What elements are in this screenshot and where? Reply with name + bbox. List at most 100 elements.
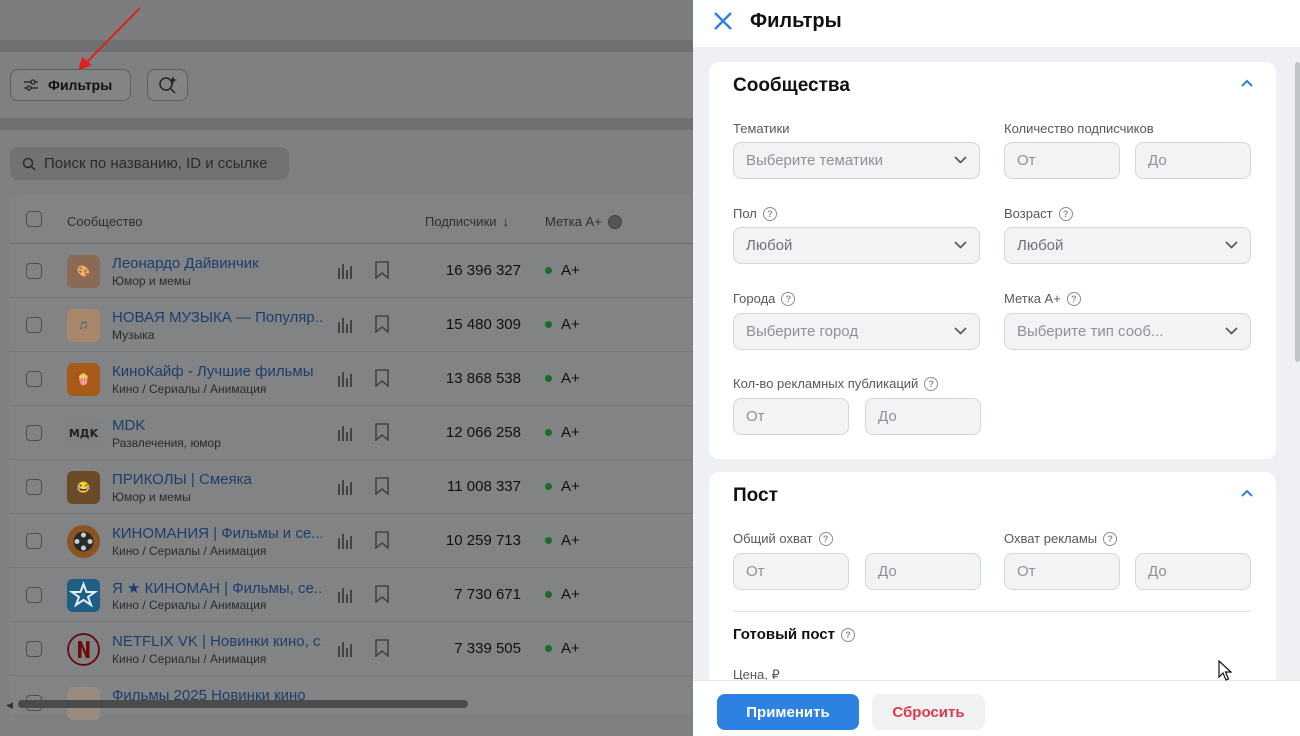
- bookmark-icon[interactable]: [374, 423, 390, 441]
- panel-title: Фильтры: [750, 10, 842, 32]
- row-checkbox[interactable]: [26, 479, 42, 495]
- bookmark-icon[interactable]: [374, 369, 390, 387]
- help-icon[interactable]: ?: [1066, 291, 1081, 306]
- communities-table: Сообщество Подписчики ↓ Метка А+ 🎨 Леона…: [10, 195, 693, 720]
- subscribers-count-label-text: Количество подписчиков: [1004, 121, 1154, 136]
- age-select[interactable]: Любой: [1004, 227, 1251, 264]
- table-row[interactable]: Я ★ КИНОМАН | Фильмы, се... Кино / Сериа…: [10, 568, 693, 622]
- filters-button-label: Фильтры: [48, 77, 113, 93]
- chevron-down-icon: [954, 327, 967, 335]
- table-row[interactable]: 🎨 Леонардо Дайвинчик Юмор и мемы 16 396 …: [10, 244, 693, 298]
- mark-badge: A+: [545, 424, 580, 441]
- community-name[interactable]: КиноКайф - Лучшие фильмы: [112, 363, 322, 380]
- row-checkbox[interactable]: [26, 317, 42, 333]
- search-input[interactable]: Поиск по названию, ID и ссылке: [10, 147, 289, 180]
- horizontal-scrollbar[interactable]: [18, 700, 468, 708]
- select-all-checkbox[interactable]: [26, 211, 42, 227]
- community-avatar: 🍿: [67, 363, 100, 396]
- scroll-left-arrow-icon[interactable]: ◀: [6, 700, 13, 711]
- help-icon[interactable]: ?: [924, 376, 939, 391]
- bookmark-icon[interactable]: [374, 531, 390, 549]
- stats-icon[interactable]: [337, 316, 355, 334]
- help-icon[interactable]: ?: [841, 627, 855, 642]
- topics-select[interactable]: Выберите тематики: [733, 142, 980, 179]
- community-category: Кино / Сериалы / Анимация: [112, 544, 267, 558]
- help-icon[interactable]: [607, 214, 622, 229]
- community-name[interactable]: MDK: [112, 417, 322, 434]
- apply-button[interactable]: Применить: [717, 694, 859, 730]
- row-checkbox[interactable]: [26, 641, 42, 657]
- total-reach-from-input[interactable]: От: [733, 553, 849, 590]
- ads-count-from-input[interactable]: От: [733, 398, 849, 435]
- cities-select[interactable]: Выберите город: [733, 313, 980, 350]
- ads-count-to-input[interactable]: До: [865, 398, 981, 435]
- help-icon[interactable]: ?: [1058, 206, 1073, 221]
- table-row[interactable]: 😂 ПРИКОЛЫ | Смеяка Юмор и мемы 11 008 33…: [10, 460, 693, 514]
- bookmark-icon[interactable]: [374, 477, 390, 495]
- help-icon[interactable]: ?: [762, 206, 777, 221]
- topics-label: Тематики: [733, 121, 790, 136]
- ad-reach-from-input[interactable]: От: [1004, 553, 1120, 590]
- row-checkbox[interactable]: [26, 533, 42, 549]
- bookmark-icon[interactable]: [374, 585, 390, 603]
- bookmark-icon[interactable]: [374, 261, 390, 279]
- table-row[interactable]: КИНОМАНИЯ | Фильмы и се... Кино / Сериал…: [10, 514, 693, 568]
- mid-divider: [0, 118, 693, 130]
- community-name[interactable]: НОВАЯ МУЗЫКА — Популяр...: [112, 309, 322, 326]
- community-category: Кино / Сериалы / Анимация: [112, 652, 267, 666]
- stats-icon[interactable]: [337, 640, 355, 658]
- row-checkbox[interactable]: [26, 587, 42, 603]
- subscribers-count: 15 480 309: [445, 316, 521, 333]
- community-name[interactable]: Я ★ КИНОМАН | Фильмы, се...: [112, 579, 322, 597]
- filters-button[interactable]: Фильтры: [10, 69, 131, 101]
- chevron-up-icon[interactable]: [1240, 78, 1254, 88]
- community-avatar: 🎵: [67, 309, 100, 342]
- bookmark-icon[interactable]: [374, 639, 390, 657]
- mark-select[interactable]: Выберите тип сооб...: [1004, 313, 1251, 350]
- community-category: Кино / Сериалы / Анимация: [112, 598, 267, 612]
- ad-reach-label: Охват рекламы?: [1004, 531, 1118, 546]
- status-dot: [545, 591, 552, 598]
- row-checkbox[interactable]: [26, 263, 42, 279]
- row-checkbox[interactable]: [26, 371, 42, 387]
- table-row[interactable]: 🍿 КиноКайф - Лучшие фильмы Кино / Сериал…: [10, 352, 693, 406]
- close-icon[interactable]: [711, 9, 735, 33]
- gender-select[interactable]: Любой: [733, 227, 980, 264]
- subscribers-from-input[interactable]: От: [1004, 142, 1120, 179]
- stats-icon[interactable]: [337, 532, 355, 550]
- community-name[interactable]: NETFLIX VK | Новинки кино, с...: [112, 633, 322, 650]
- bookmark-icon[interactable]: [374, 315, 390, 333]
- community-name[interactable]: Леонардо Дайвинчик: [112, 255, 322, 272]
- subscribers-count: 13 868 538: [445, 370, 521, 387]
- subscribers-count: 10 259 713: [445, 532, 521, 549]
- stats-icon[interactable]: [337, 478, 355, 496]
- stats-icon[interactable]: [337, 262, 355, 280]
- ad-reach-label-text: Охват рекламы: [1004, 531, 1098, 546]
- chevron-down-icon: [954, 156, 967, 164]
- ad-reach-to-input[interactable]: До: [1135, 553, 1251, 590]
- filters-panel: Фильтры Сообщества Тематики Выберите тем…: [693, 0, 1300, 736]
- ads-count-to-placeholder: До: [878, 408, 897, 425]
- help-icon[interactable]: ?: [818, 531, 833, 546]
- stats-icon[interactable]: [337, 424, 355, 442]
- help-icon[interactable]: ?: [781, 291, 796, 306]
- subscribers-to-input[interactable]: До: [1135, 142, 1251, 179]
- community-name[interactable]: ПРИКОЛЫ | Смеяка: [112, 471, 322, 488]
- total-reach-to-input[interactable]: До: [865, 553, 981, 590]
- reset-button[interactable]: Сбросить: [872, 694, 985, 730]
- header-subscribers[interactable]: Подписчики ↓: [425, 214, 509, 229]
- subscribers-count: 7 339 505: [454, 640, 521, 657]
- table-row[interactable]: 🎵 НОВАЯ МУЗЫКА — Популяр... Музыка 15 48…: [10, 298, 693, 352]
- header-community[interactable]: Сообщество: [67, 214, 143, 229]
- community-name[interactable]: КИНОМАНИЯ | Фильмы и се...: [112, 525, 322, 542]
- ai-search-button[interactable]: [147, 69, 188, 101]
- ads-count-label-text: Кол-во рекламных публикаций: [733, 376, 919, 391]
- stats-icon[interactable]: [337, 370, 355, 388]
- stats-icon[interactable]: [337, 586, 355, 604]
- table-row[interactable]: NETFLIX VK | Новинки кино, с... Кино / С…: [10, 622, 693, 676]
- help-icon[interactable]: ?: [1103, 531, 1118, 546]
- chevron-up-icon[interactable]: [1240, 488, 1254, 498]
- row-checkbox[interactable]: [26, 425, 42, 441]
- table-row[interactable]: MДK MDK Развлечения, юмор 12 066 258 A+: [10, 406, 693, 460]
- vertical-scrollbar[interactable]: [1295, 62, 1300, 362]
